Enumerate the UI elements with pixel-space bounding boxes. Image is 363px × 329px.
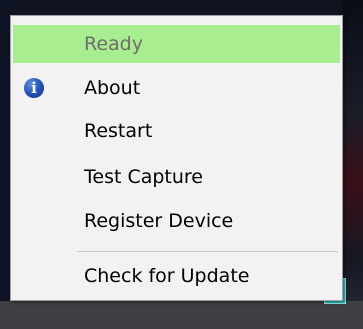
context-menu: Ready i About Restart Test Capture Regis… [10,15,343,301]
menu-item-label: Register Device [84,210,234,232]
desktop-edge-left [0,0,10,329]
menu-separator [77,251,338,252]
menu-item-about[interactable]: i About [13,69,340,107]
menu-item-label: Restart [84,120,153,142]
menu-item-label: About [84,77,141,99]
info-icon: i [24,78,44,98]
taskbar [0,301,363,329]
menu-item-label: Test Capture [84,166,204,188]
menu-item-label: Ready [84,33,143,55]
menu-item-label: Check for Update [84,265,250,287]
menu-item-ready: Ready [13,25,340,63]
menu-item-register-device[interactable]: Register Device [13,202,340,240]
menu-item-test-capture[interactable]: Test Capture [13,158,340,196]
menu-item-check-for-update[interactable]: Check for Update [13,257,340,295]
menu-item-restart[interactable]: Restart [13,112,340,150]
